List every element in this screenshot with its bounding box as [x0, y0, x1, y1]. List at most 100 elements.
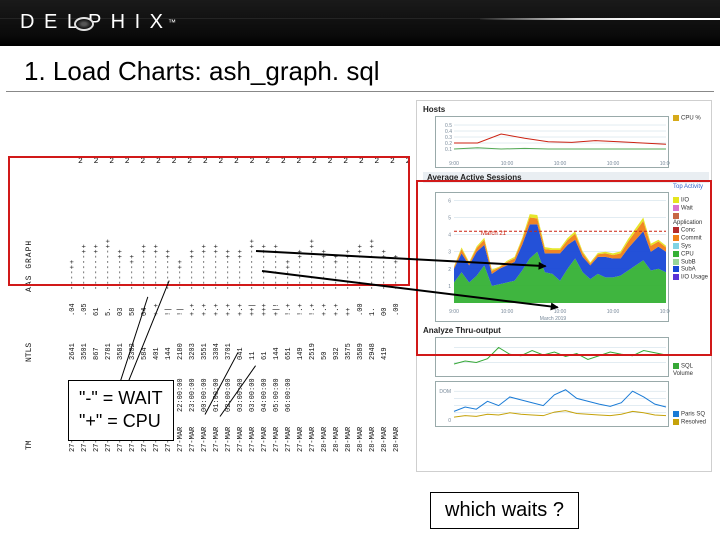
ascii-count: 2781 [106, 343, 113, 360]
ascii-ntls-label: NTLS [26, 343, 34, 362]
ascii-val: 00 [382, 308, 389, 316]
sql-chart [435, 337, 669, 377]
svg-text:DOM: DOM [439, 389, 451, 395]
ascii-date: 27-MAR [214, 427, 221, 452]
ascii-val: +|! [274, 303, 281, 316]
ascii-count: 50 [322, 352, 329, 360]
svg-text:0.1: 0.1 [445, 147, 452, 153]
hosts-title: Hosts [423, 105, 709, 114]
legend-item: Sys [673, 243, 709, 251]
brand-text-right: P H I X [88, 11, 165, 34]
slide-content: 2 2 2 2 2 2 2 2 2 2 2 2 2 2 2 2 2 2 2 2 … [0, 92, 720, 542]
thru-title: Analyze Thru-output [423, 326, 709, 335]
ascii-count: 3551 [202, 343, 209, 360]
ascii-val: ++| [250, 303, 257, 316]
svg-text:9:00: 9:00 [449, 161, 459, 167]
svg-text:0.5: 0.5 [445, 123, 452, 129]
hosts-chart: 0.10.20.30.40.59:0010:0010:0010:0010:00 [435, 116, 669, 168]
ascii-val: !| [166, 308, 173, 316]
ascii-count: 3304 [214, 343, 221, 360]
ascii-val: .00 [394, 303, 401, 316]
ascii-hour: 22:00:00 [178, 378, 185, 412]
brand-oval-icon [74, 17, 94, 31]
ascii-val: +.+ [202, 303, 209, 316]
ascii-val: .00 [358, 303, 365, 316]
ascii-date: 28-MAR [394, 427, 401, 452]
legend-item: Commit [673, 235, 709, 243]
ascii-date: 27-MAR [286, 427, 293, 452]
ascii-date: 28-MAR [358, 427, 365, 452]
svg-text:0: 0 [448, 418, 451, 424]
ascii-count: 401 [154, 347, 161, 360]
svg-text:10:00: 10:00 [607, 161, 620, 167]
ascii-date: 27-MAR [202, 427, 209, 452]
ascii-date: 28-MAR [382, 427, 389, 452]
svg-text:March 2019: March 2019 [540, 316, 567, 321]
ascii-hour: 23:00:00 [190, 378, 197, 412]
legend-item: Conc [673, 227, 709, 235]
legend-line-wait: "-" = WAIT [79, 387, 163, 410]
svg-text:0.4: 0.4 [445, 129, 452, 135]
legend-item: SubA [673, 266, 709, 274]
ascii-count: 041 [238, 347, 245, 360]
legend-item: SubB [673, 259, 709, 267]
svg-text:0.3: 0.3 [445, 135, 452, 141]
ascii-hour: 05:00:00 [274, 378, 281, 412]
app-header: D E L P H I X ™ [0, 0, 720, 46]
ascii-count: 11 [250, 352, 257, 360]
svg-text:5: 5 [448, 216, 451, 222]
ascii-val: +.+ [334, 303, 341, 316]
ascii-val: .05 [82, 303, 89, 316]
ascii-count: 651 [286, 347, 293, 360]
svg-text:10:00: 10:00 [501, 309, 514, 315]
legend-item: I/O [673, 197, 709, 205]
ascii-count: 2180 [178, 343, 185, 360]
ascii-val: !.+ [310, 303, 317, 316]
svg-text:10:00: 10:00 [501, 161, 514, 167]
ascii-hour: 04:00:00 [262, 378, 269, 412]
aas-annotation: March 21 [481, 231, 506, 237]
ascii-date: 27-MAR [226, 427, 233, 452]
svg-text:2: 2 [448, 267, 451, 273]
ascii-val: 61 [94, 308, 101, 316]
ascii-count: 61 [262, 352, 269, 360]
io-legend: Paris SQ Resolved [673, 411, 709, 427]
ascii-val: !| [178, 308, 185, 316]
ascii-date: 28-MAR [346, 427, 353, 452]
svg-text:10:00: 10:00 [554, 161, 567, 167]
hosts-legend: CPU % [673, 115, 709, 123]
ascii-count: 2519 [310, 343, 317, 360]
page-title: 1. Load Charts: ash_graph. sql [6, 46, 714, 92]
ascii-date: 27-MAR [262, 427, 269, 452]
ascii-count: 867 [94, 347, 101, 360]
ascii-val: 1. [370, 308, 377, 316]
ascii-count: 3203 [190, 343, 197, 360]
ascii-val: +.+ [226, 303, 233, 316]
svg-text:10:00: 10:00 [660, 309, 670, 315]
svg-text:0.2: 0.2 [445, 141, 452, 147]
ascii-count: 144 [274, 347, 281, 360]
ascii-count: 2641 [70, 343, 77, 360]
ascii-date: 27-MAR [238, 427, 245, 452]
svg-text:9:00: 9:00 [449, 309, 459, 315]
ascii-hour: 03:00:00 [250, 378, 257, 412]
legend-item: Wait [673, 205, 709, 213]
ascii-date: 27-MAR [190, 427, 197, 452]
legend-item: I/O Usage [673, 274, 709, 282]
legend-item: CPU [673, 251, 709, 259]
ascii-date: 27-MAR [274, 427, 281, 452]
aas-legend: I/OWaitApplicationConcCommitSysCPUSubBSu… [673, 197, 709, 282]
svg-text:10:00: 10:00 [607, 309, 620, 315]
ascii-hour: 06:00:00 [286, 378, 293, 412]
svg-text:1: 1 [448, 284, 451, 290]
ascii-count: 3501 [82, 343, 89, 360]
ascii-count: 3701 [226, 343, 233, 360]
brand-logo: D E L P H I X ™ [20, 0, 720, 45]
svg-text:6: 6 [448, 198, 451, 204]
sql-legend: SQL Volume [673, 363, 709, 378]
ascii-count: 2948 [370, 343, 377, 360]
svg-text:3: 3 [448, 250, 451, 256]
aas-subtitle: Top Activity [419, 184, 703, 190]
question-box: which waits ? [430, 492, 579, 529]
ascii-count: 149 [298, 347, 305, 360]
